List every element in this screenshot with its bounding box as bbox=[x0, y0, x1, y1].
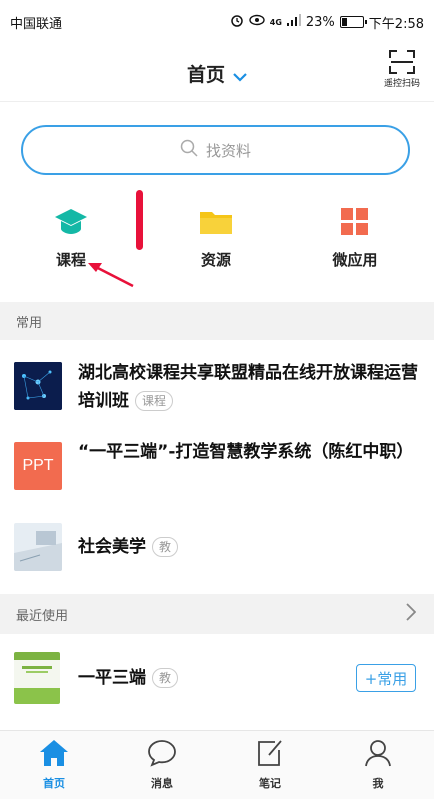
battery-icon bbox=[339, 16, 367, 28]
tab-messages-label: 消息 bbox=[151, 777, 173, 790]
tab-notes-label: 笔记 bbox=[259, 777, 281, 790]
apps-grid-icon bbox=[305, 205, 405, 239]
page-title: 首页 bbox=[186, 64, 225, 86]
bottom-tab-bar: 首页 消息 笔记 我 bbox=[0, 730, 434, 799]
item-title: “一平三端”-打造智慧教学系统（陈红中职） bbox=[78, 438, 418, 466]
annotation-arrow-icon bbox=[88, 263, 134, 288]
search-placeholder: 找资料 bbox=[205, 141, 251, 160]
annotation-stroke bbox=[136, 190, 143, 250]
app-header: 首页 遥控扫码 bbox=[0, 44, 434, 102]
scan-button[interactable]: 遥控扫码 bbox=[384, 50, 420, 89]
scan-label: 遥控扫码 bbox=[384, 79, 421, 89]
status-bar: 中国联通 4G 23% 下午2:58 bbox=[0, 0, 434, 44]
section-common: 常用 bbox=[0, 302, 434, 340]
battery-percent: 23% bbox=[305, 14, 335, 30]
item-title: 湖北高校课程共享联盟精品在线开放课程运营培训班 课程 bbox=[78, 359, 418, 415]
entry-resource[interactable]: 资源 bbox=[166, 205, 266, 270]
list-item[interactable]: 一平三端教 +常用 bbox=[0, 640, 434, 720]
clock: 下午2:58 bbox=[368, 16, 424, 32]
list-item[interactable]: 湖北高校课程共享联盟精品在线开放课程运营培训班 课程 bbox=[0, 340, 434, 430]
chevron-down-icon bbox=[233, 65, 247, 87]
tab-messages[interactable]: 消息 bbox=[108, 739, 216, 791]
entry-micro-app-label: 微应用 bbox=[332, 251, 378, 269]
section-recent-title: 最近使用 bbox=[16, 608, 69, 624]
item-tag: 教 bbox=[152, 668, 179, 688]
scan-icon bbox=[389, 50, 415, 74]
book-thumbnail bbox=[14, 652, 60, 704]
item-title-text: “一平三端”-打造智慧教学系统（陈红中职） bbox=[78, 442, 414, 462]
tab-notes[interactable]: 笔记 bbox=[216, 739, 324, 791]
page-title-switcher[interactable]: 首页 bbox=[0, 60, 434, 87]
tab-me-label: 我 bbox=[372, 777, 384, 790]
eye-icon bbox=[249, 14, 265, 30]
quick-entries: 课程 资源 微应用 bbox=[0, 195, 434, 285]
list-item[interactable]: PPT “一平三端”-打造智慧教学系统（陈红中职） bbox=[0, 430, 434, 515]
search-bar[interactable]: 找资料 bbox=[21, 125, 410, 175]
tab-me[interactable]: 我 bbox=[324, 739, 432, 791]
user-icon bbox=[365, 740, 391, 767]
home-screen: 中国联通 4G 23% 下午2:58 首页 遥控扫码 找资料 课程 资源 微应用… bbox=[0, 0, 434, 799]
tab-home-label: 首页 bbox=[43, 777, 65, 790]
entry-resource-label: 资源 bbox=[200, 251, 231, 269]
carrier-name: 中国联通 bbox=[10, 16, 63, 32]
add-to-common-button[interactable]: +常用 bbox=[356, 664, 416, 692]
item-tag: 教 bbox=[152, 537, 179, 557]
item-title-text: 社会美学 bbox=[78, 537, 146, 557]
item-title-text: 一平三端 bbox=[78, 668, 146, 688]
item-thumbnail bbox=[14, 362, 62, 410]
item-title: 社会美学教 bbox=[78, 533, 418, 561]
status-icons: 4G 23% 下午2:58 bbox=[230, 13, 424, 32]
graduation-cap-icon bbox=[21, 205, 121, 239]
battery-fill bbox=[341, 18, 347, 26]
list-item[interactable]: 社会美学教 bbox=[0, 515, 434, 585]
tab-home[interactable]: 首页 bbox=[0, 739, 108, 791]
search-icon bbox=[180, 139, 198, 161]
item-tag: 课程 bbox=[135, 391, 174, 411]
folder-icon bbox=[166, 205, 266, 239]
section-common-title: 常用 bbox=[16, 315, 43, 331]
item-title-text: 湖北高校课程共享联盟精品在线开放课程运营培训班 bbox=[78, 363, 418, 411]
chat-bubble-icon bbox=[148, 740, 176, 767]
network-type: 4G bbox=[269, 17, 282, 27]
chevron-right-icon bbox=[406, 603, 417, 625]
ppt-thumbnail: PPT bbox=[14, 442, 62, 490]
section-recent[interactable]: 最近使用 bbox=[0, 594, 434, 634]
entry-micro-app[interactable]: 微应用 bbox=[305, 205, 405, 270]
home-icon bbox=[40, 740, 68, 766]
ppt-label: PPT bbox=[22, 457, 54, 474]
item-thumbnail bbox=[14, 523, 62, 571]
alarm-icon bbox=[230, 13, 244, 31]
note-edit-icon bbox=[258, 740, 282, 766]
signal-icon bbox=[286, 14, 301, 30]
